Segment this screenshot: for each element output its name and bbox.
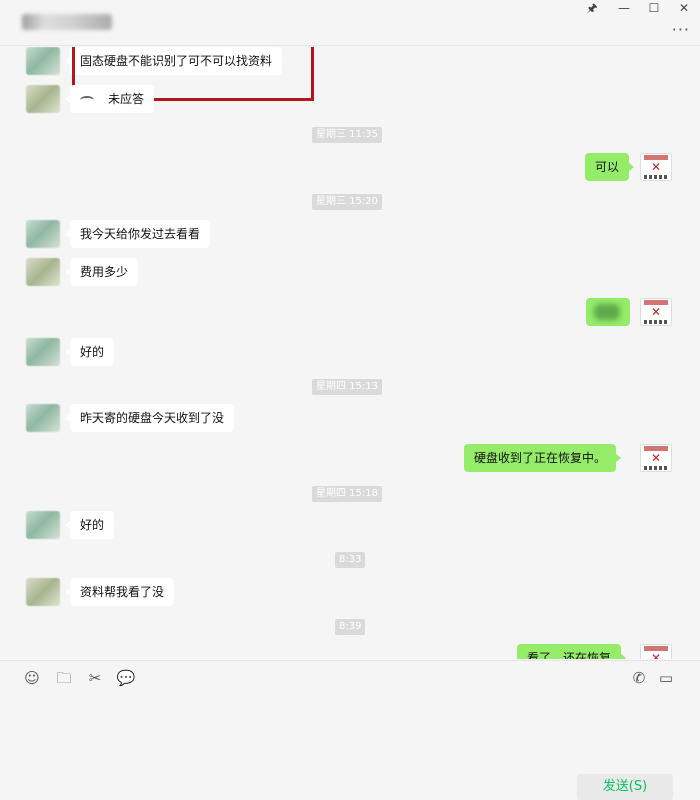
contact-avatar[interactable] [26,511,60,539]
more-options-icon[interactable]: ··· [672,20,690,39]
minimize-button[interactable]: — [607,0,641,18]
screenshot-icon[interactable]: ✂ [85,669,105,687]
folder-icon[interactable]: 🗀 [54,669,74,687]
message-in[interactable]: 昨天寄的硬盘今天收到了没 [64,404,235,432]
missed-call-message[interactable]: 未应答 [64,85,155,113]
my-avatar[interactable]: ✕ [640,298,672,326]
message-in[interactable]: 好的 [64,511,115,539]
title-bar: 🖈 — ☐ ✕ ··· [0,0,700,46]
maximize-button[interactable]: ☐ [637,0,671,18]
message-in[interactable]: 好的 [64,338,115,366]
timestamp: 星期四 15:18 [312,486,382,502]
voice-call-icon[interactable]: ✆ [629,669,649,687]
timestamp: 星期四 15:13 [312,379,382,395]
send-button[interactable]: 发送(S) [577,774,673,800]
pin-icon[interactable]: 🖈 [575,0,609,18]
timestamp: 8:33 [335,552,366,568]
my-avatar[interactable]: ✕ [640,153,672,181]
chat-title-redacted [22,14,112,30]
contact-avatar[interactable] [26,338,60,366]
contact-avatar[interactable] [26,85,60,113]
my-avatar[interactable]: ✕ [640,644,672,659]
message-in[interactable]: 资料帮我看了没 [64,578,175,606]
message-in[interactable]: 我今天给你发过去看看 [64,220,211,248]
contact-avatar[interactable] [26,578,60,606]
call-icon [80,95,94,104]
message-input[interactable] [0,694,700,764]
emoji-icon[interactable]: ☺ [22,669,42,687]
message-out[interactable]: 看了，还在恢复 [517,644,627,659]
message-out-redacted[interactable] [586,298,630,326]
timestamp: 星期三 11:35 [312,127,382,143]
close-button[interactable]: ✕ [667,0,700,18]
my-avatar[interactable]: ✕ [640,444,672,472]
message-out[interactable]: 硬盘收到了正在恢复中。 [464,444,622,472]
message-out[interactable]: 可以 [585,153,635,181]
contact-avatar[interactable] [26,258,60,286]
message-in[interactable]: 费用多少 [64,258,139,286]
chat-messages[interactable]: 固态硬盘不能识别了可不可以找资料 未应答 星期三 11:35 可以 ✕ 星期三 … [0,47,700,659]
contact-avatar[interactable] [26,220,60,248]
chat-history-icon[interactable]: 💬 [116,669,136,687]
missed-call-label: 未应答 [108,92,145,106]
contact-avatar[interactable] [26,404,60,432]
timestamp: 8:39 [335,619,366,635]
input-toolbar: ☺ 🗀 ✂ 💬 ✆ ▭ [0,660,700,694]
video-call-icon[interactable]: ▭ [656,669,676,687]
contact-avatar[interactable] [26,47,60,75]
timestamp: 星期三 15:20 [312,194,382,210]
